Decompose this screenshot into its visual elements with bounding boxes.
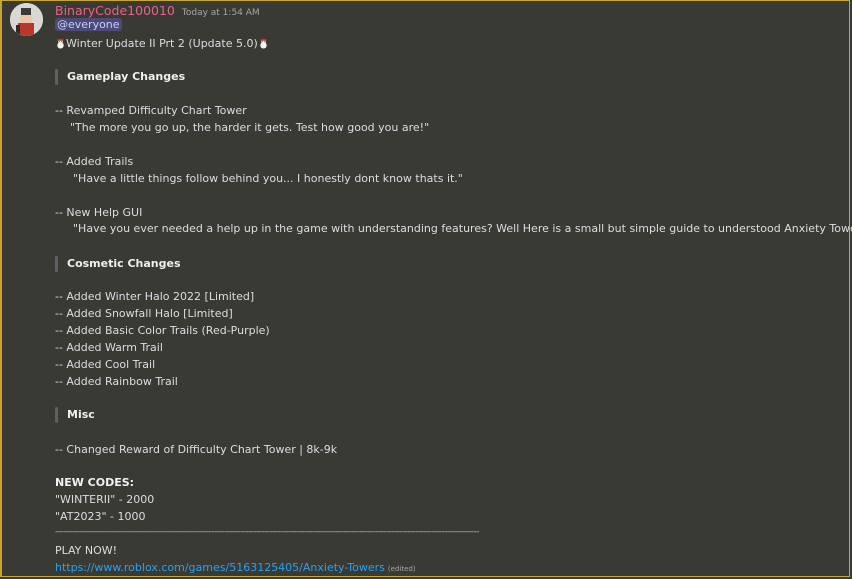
game-link[interactable]: https://www.roblox.com/games/5163125405/… bbox=[55, 561, 385, 574]
snowman-icon bbox=[57, 38, 64, 49]
code-item: "AT2023" - 1000 bbox=[55, 510, 146, 523]
misc-item: -- Changed Reward of Difficulty Chart To… bbox=[55, 443, 338, 456]
message-timestamp[interactable]: Today at 1:54 AM bbox=[182, 8, 260, 18]
blockquote-bar bbox=[55, 407, 58, 423]
mention-line: @everyone bbox=[55, 18, 122, 31]
gameplay-item-quote: "The more you go up, the harder it gets.… bbox=[70, 121, 430, 134]
everyone-mention[interactable]: @everyone bbox=[55, 18, 122, 31]
gameplay-item-quote: "Have you ever needed a help up in the g… bbox=[73, 222, 852, 235]
game-link-line: https://www.roblox.com/games/5163125405/… bbox=[55, 561, 416, 574]
play-now-text: PLAY NOW! bbox=[55, 544, 118, 557]
section-heading-misc: Misc bbox=[67, 408, 95, 421]
cosmetic-item: -- Added Snowfall Halo [Limited] bbox=[55, 307, 233, 320]
code-item: "WINTERII" - 2000 bbox=[55, 493, 155, 506]
cosmetic-item: -- Added Rainbow Trail bbox=[55, 375, 178, 388]
gameplay-item-quote: "Have a little things follow behind you.… bbox=[73, 172, 463, 185]
blockquote-bar bbox=[55, 69, 58, 85]
edited-label: (edited) bbox=[387, 565, 416, 573]
message-header: BinaryCode100010 Today at 1:54 AM bbox=[55, 3, 260, 19]
cosmetic-item: -- Added Warm Trail bbox=[55, 341, 163, 354]
selection-frame bbox=[0, 0, 850, 577]
avatar[interactable] bbox=[10, 3, 43, 36]
gameplay-item: -- Revamped Difficulty Chart Tower bbox=[55, 104, 247, 117]
avatar-image bbox=[10, 3, 43, 36]
codes-heading: NEW CODES: bbox=[55, 476, 135, 489]
gameplay-item: -- New Help GUI bbox=[55, 206, 143, 219]
section-heading-gameplay: Gameplay Changes bbox=[67, 70, 186, 83]
cosmetic-item: -- Added Cool Trail bbox=[55, 358, 156, 371]
section-heading-cosmetic: Cosmetic Changes bbox=[67, 257, 181, 270]
divider-line: ----------------------------------------… bbox=[55, 527, 479, 537]
blockquote-bar bbox=[55, 256, 58, 272]
cosmetic-item: -- Added Winter Halo 2022 [Limited] bbox=[55, 290, 255, 303]
snowman-icon bbox=[260, 38, 267, 49]
update-title: Winter Update II Prt 2 (Update 5.0) bbox=[55, 37, 269, 50]
author-username[interactable]: BinaryCode100010 bbox=[55, 3, 175, 18]
gameplay-item: -- Added Trails bbox=[55, 155, 134, 168]
cosmetic-item: -- Added Basic Color Trails (Red-Purple) bbox=[55, 324, 270, 337]
update-title-text: Winter Update II Prt 2 (Update 5.0) bbox=[66, 37, 258, 50]
